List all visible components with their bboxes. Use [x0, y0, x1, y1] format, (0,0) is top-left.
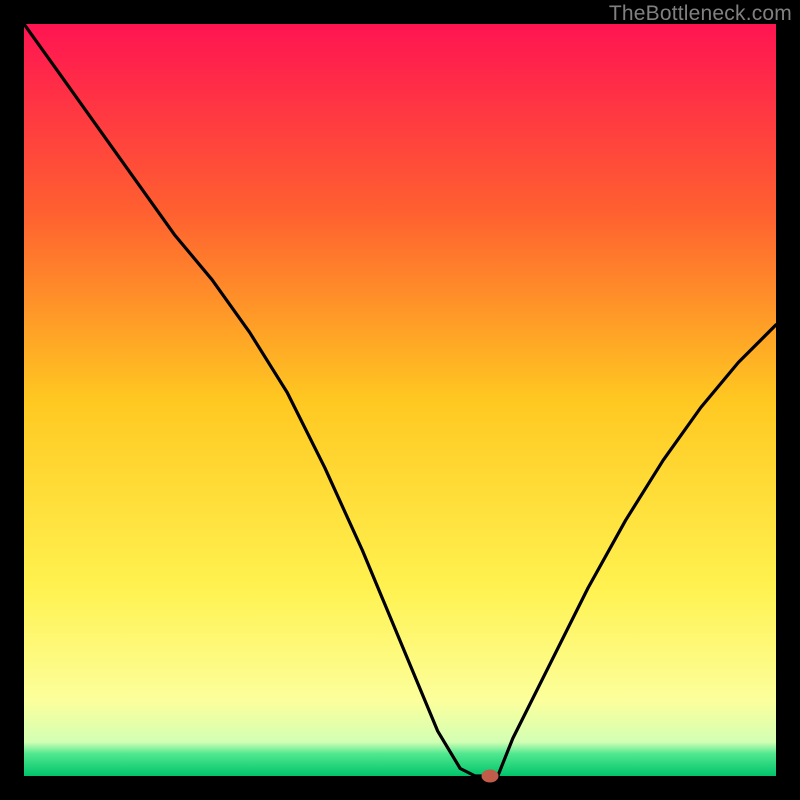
watermark-text: TheBottleneck.com [609, 2, 792, 26]
optimal-marker [482, 770, 499, 783]
chart-frame: TheBottleneck.com [0, 0, 800, 800]
plot-area [24, 24, 776, 776]
curve-path [24, 24, 776, 776]
bottleneck-curve [24, 24, 776, 776]
